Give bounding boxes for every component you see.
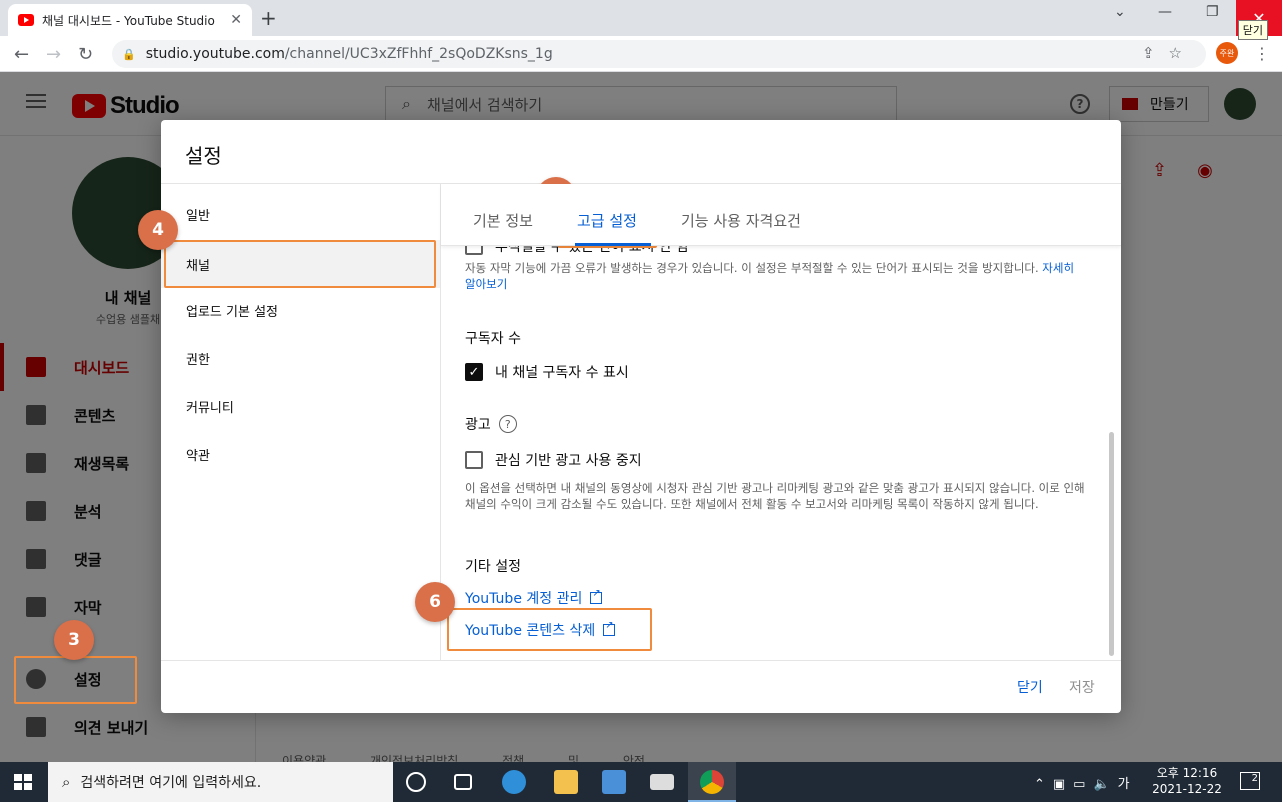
profile-avatar[interactable]: 주완 — [1216, 42, 1238, 64]
subscriber-count-checkbox[interactable]: ✓ — [465, 363, 483, 381]
cortana-icon[interactable] — [406, 772, 426, 792]
taskbar: ⌕ 검색하려면 여기에 입력하세요. ⌃▣▭🔈가 오후 12:16 2021-1… — [0, 762, 1282, 802]
close-button[interactable]: 닫기 — [1017, 677, 1043, 697]
ads-description: 이 옵션을 선택하면 내 채널의 동영상에 시청자 관심 기반 광고나 리마케팅… — [465, 481, 1085, 511]
close-tooltip: 닫기 — [1237, 20, 1268, 40]
tab-basic-info[interactable]: 기본 정보 — [473, 210, 533, 231]
lock-icon: 🔒 — [122, 47, 136, 61]
mail-icon[interactable] — [650, 774, 674, 790]
address-bar[interactable]: 🔒 studio.youtube.com/channel/UC3xZfFhhf_… — [112, 40, 1206, 68]
settings-nav-permissions[interactable]: 권한 — [161, 334, 440, 382]
browser-tab[interactable]: 채널 대시보드 - YouTube Studio ✕ — [8, 4, 252, 36]
clock[interactable]: 오후 12:16 2021-12-22 — [1150, 765, 1224, 797]
browser-menu-icon[interactable]: ⋮ — [1254, 44, 1270, 63]
search-icon: ⌕ — [62, 773, 71, 791]
manage-account-link[interactable]: YouTube 계정 관리 — [465, 588, 603, 608]
step-badge-4: 4 — [138, 210, 178, 250]
chrome-icon[interactable] — [700, 770, 724, 794]
settings-nav-general[interactable]: 일반 — [161, 190, 440, 238]
settings-nav-community[interactable]: 커뮤니티 — [161, 382, 440, 430]
tab-advanced-settings[interactable]: 고급 설정 — [577, 210, 637, 231]
tab-feature-eligibility[interactable]: 기능 사용 자격요건 — [681, 210, 801, 231]
task-view-icon[interactable] — [454, 774, 472, 790]
interest-ads-row[interactable]: 관심 기반 광고 사용 중지 — [465, 450, 642, 470]
reload-icon[interactable]: ↻ — [78, 44, 93, 65]
settings-tabs: 기본 정보 고급 설정 기능 사용 자격요건 — [441, 184, 1121, 246]
step-badge-3: 3 — [54, 620, 94, 660]
browser-toolbar: ← → ↻ 🔒 studio.youtube.com/channel/UC3xZ… — [0, 36, 1282, 72]
dialog-footer: 닫기 저장 — [161, 660, 1121, 713]
tab-title: 채널 대시보드 - YouTube Studio — [42, 13, 215, 28]
settings-nav-agreements[interactable]: 약관 — [161, 430, 440, 478]
system-tray-icons[interactable]: ⌃▣▭🔈가 — [1034, 773, 1138, 792]
auto-caption-description: 자동 자막 기능에 가끔 오류가 발생하는 경우가 있습니다. 이 설정은 부적… — [465, 261, 1075, 291]
store-icon[interactable] — [602, 770, 626, 794]
file-explorer-icon[interactable] — [554, 770, 578, 794]
windows-start-icon[interactable] — [14, 774, 32, 790]
subscriber-count-heading: 구독자 수 — [465, 331, 521, 347]
highlight-settings — [14, 656, 137, 704]
settings-nav-upload-defaults[interactable]: 업로드 기본 설정 — [161, 286, 440, 334]
share-icon[interactable]: ⇪☆ — [1142, 44, 1196, 62]
notification-icon[interactable]: 2 — [1240, 772, 1260, 790]
forward-icon[interactable]: → — [46, 44, 61, 65]
step-badge-6: 6 — [415, 582, 455, 622]
edge-icon[interactable] — [502, 770, 526, 794]
other-settings-heading: 기타 설정 — [465, 559, 521, 575]
tab-close-icon[interactable]: ✕ — [230, 12, 242, 28]
browser-tabstrip: 채널 대시보드 - YouTube Studio ✕ + ⌄ — ❐ ✕ 닫기 — [0, 0, 1282, 40]
youtube-favicon-icon — [18, 14, 34, 26]
highlight-delete-content — [447, 608, 652, 651]
dialog-title: 설정 — [185, 144, 222, 168]
subscriber-count-row[interactable]: ✓ 내 채널 구독자 수 표시 — [465, 362, 629, 382]
interest-ads-checkbox[interactable] — [465, 451, 483, 469]
url-text: studio.youtube.com/channel/UC3xZfFhhf_2s… — [145, 46, 553, 62]
active-tab-indicator — [575, 243, 651, 246]
hide-inappropriate-words-checkbox[interactable] — [465, 246, 483, 255]
advanced-settings-panel: 부적절할 수 있는 단어 표시 안 함 자동 자막 기능에 가끔 오류가 발생하… — [441, 246, 1121, 660]
scrollbar[interactable] — [1109, 432, 1114, 656]
tab-search-icon[interactable]: ⌄ — [1114, 4, 1126, 20]
help-icon[interactable]: ? — [498, 415, 517, 433]
save-button[interactable]: 저장 — [1069, 677, 1095, 697]
back-icon[interactable]: ← — [14, 44, 29, 65]
minimize-icon[interactable]: — — [1158, 4, 1172, 20]
new-tab-button[interactable]: + — [260, 6, 277, 30]
taskbar-search-input[interactable]: ⌕ 검색하려면 여기에 입력하세요. — [48, 762, 393, 802]
ads-heading: 광고 ? — [465, 414, 517, 434]
external-link-icon — [590, 588, 603, 604]
restore-icon[interactable]: ❐ — [1206, 4, 1219, 20]
highlight-channel — [164, 240, 436, 288]
